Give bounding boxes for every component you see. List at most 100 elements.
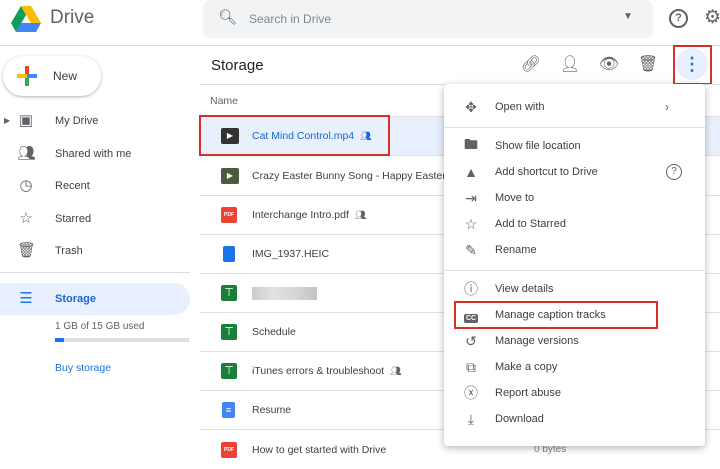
sidebar-item-label: My Drive xyxy=(55,115,99,127)
search-bar[interactable]: 🔍︎ Search in Drive ▼ xyxy=(203,0,653,38)
blurred-file-name xyxy=(252,286,317,300)
search-icon[interactable]: 🔍︎ xyxy=(218,8,237,26)
people-icon: 👥︎ xyxy=(17,145,37,162)
menu-item-label: Rename xyxy=(495,244,537,256)
drive-logo-icon xyxy=(11,6,41,32)
file-name: IMG_1937.HEIC xyxy=(252,248,330,260)
search-options-icon[interactable]: ▼ xyxy=(623,11,633,22)
shared-icon: 👥︎ xyxy=(354,210,367,220)
menu-item-label: Add shortcut to Drive xyxy=(495,166,598,178)
drive-logo[interactable] xyxy=(10,4,42,34)
video-thumbnail-icon: ▶ xyxy=(221,168,239,184)
sidebar-divider xyxy=(0,272,190,273)
plus-icon xyxy=(15,64,39,88)
storage-usage-bar xyxy=(55,338,189,342)
storage-usage-text: 1 GB of 15 GB used xyxy=(55,321,145,332)
menu-item-label: Open with xyxy=(495,101,545,113)
more-actions-highlight xyxy=(673,45,712,85)
get-link-icon[interactable]: 🔗︎ xyxy=(520,54,542,76)
new-button[interactable]: New xyxy=(3,56,101,96)
header-divider xyxy=(0,45,720,46)
sidebar-item-label: Shared with me xyxy=(55,148,132,160)
copy-icon: ⧉ xyxy=(466,358,476,375)
file-name: Resume xyxy=(252,404,292,416)
file-name: Schedule xyxy=(252,326,296,338)
pdf-icon: PDF xyxy=(221,441,237,458)
menu-item-manage-versions[interactable]: ↺ Manage versions xyxy=(444,328,705,354)
name-column-header[interactable]: Name xyxy=(210,95,238,107)
open-with-icon: ✥ xyxy=(465,98,477,115)
sheets-icon: ⊤ xyxy=(221,285,237,301)
search-input[interactable]: Search in Drive xyxy=(249,12,331,26)
menu-item-label: Download xyxy=(495,413,544,425)
caption-tracks-highlight xyxy=(454,301,658,329)
menu-item-rename[interactable]: ✎ Rename xyxy=(444,237,705,263)
context-menu: ✥ Open with › 🖿︎ Show file location ▲ Add sh… xyxy=(444,84,705,446)
history-icon: ↺ xyxy=(465,332,477,349)
sidebar-item-my-drive[interactable]: ▣ My Drive xyxy=(0,105,190,137)
menu-item-download[interactable]: ⤓ Download xyxy=(444,406,705,432)
menu-item-add-shortcut[interactable]: ▲ Add shortcut to Drive? xyxy=(444,159,705,185)
menu-item-label: Make a copy xyxy=(495,361,558,373)
my-drive-icon: ▣ xyxy=(18,112,34,129)
selected-file-highlight xyxy=(199,115,390,156)
menu-item-view-details[interactable]: ⓘ View details xyxy=(444,276,705,302)
sidebar-item-starred[interactable]: ☆ Starred xyxy=(0,203,190,235)
info-icon: ⓘ xyxy=(464,281,478,297)
app-title: Drive xyxy=(50,7,95,28)
sidebar-item-storage[interactable]: ☰ Storage xyxy=(0,283,190,315)
file-icon xyxy=(223,246,235,262)
menu-item-report-abuse[interactable]: ⓧ Report abuse xyxy=(444,380,705,406)
buy-storage-link[interactable]: Buy storage xyxy=(55,362,111,374)
pdf-icon: PDF xyxy=(221,207,237,223)
sidebar-item-label: Recent xyxy=(55,180,90,192)
new-label: New xyxy=(53,69,78,83)
file-name: How to get started with Drive xyxy=(252,443,387,456)
sheets-icon: ⊤ xyxy=(221,324,237,340)
star-icon: ☆ xyxy=(464,215,478,232)
trash-icon: 🗑︎ xyxy=(17,242,37,259)
folder-icon: 🖿︎ xyxy=(464,136,478,152)
sidebar-item-label: Starred xyxy=(55,213,92,225)
menu-item-label: View details xyxy=(495,283,554,295)
file-name: Interchange Intro.pdf xyxy=(252,209,349,221)
settings-icon[interactable]: ⚙ xyxy=(704,6,720,29)
menu-item-label: Report abuse xyxy=(495,387,562,399)
menu-divider xyxy=(444,270,705,271)
file-name: Crazy Easter Bunny Song - Happy Easter xyxy=(252,170,446,182)
menu-item-label: Show file location xyxy=(495,140,581,152)
download-icon: ⤓ xyxy=(467,410,475,427)
menu-item-label: Manage versions xyxy=(495,335,579,347)
share-icon[interactable]: 👤︎ xyxy=(559,54,581,76)
menu-divider xyxy=(444,127,705,128)
docs-icon: ≡ xyxy=(222,402,235,418)
preview-icon[interactable]: 👁︎ xyxy=(598,54,620,76)
storage-usage-fill xyxy=(55,338,65,342)
report-icon: ⓧ xyxy=(464,385,478,401)
shared-icon: 👥︎ xyxy=(390,366,402,376)
menu-item-add-to-starred[interactable]: ☆ Add to Starred xyxy=(444,211,705,237)
trash-icon[interactable]: 🗑︎ xyxy=(637,54,659,76)
star-icon: ☆ xyxy=(19,210,33,227)
sidebar-item-label: Storage xyxy=(55,293,96,305)
menu-item-move-to[interactable]: ⇥ Move to xyxy=(444,185,705,211)
sidebar-item-recent[interactable]: ◷ Recent xyxy=(0,170,190,202)
menu-item-label: Move to xyxy=(495,192,535,204)
help-icon[interactable]: ? xyxy=(669,9,688,28)
storage-icon: ☰ xyxy=(19,290,33,307)
menu-item-open-with[interactable]: ✥ Open with › xyxy=(444,94,705,120)
menu-item-show-file-location[interactable]: 🖿︎ Show file location xyxy=(444,133,705,159)
sidebar-item-label: Trash xyxy=(55,245,83,257)
sheets-icon: ⊤ xyxy=(221,363,237,379)
add-shortcut-icon: ▲ xyxy=(464,164,478,180)
menu-item-make-a-copy[interactable]: ⧉ Make a copy xyxy=(444,354,705,380)
page-title: Storage xyxy=(211,57,264,74)
sidebar-item-shared-with-me[interactable]: 👥︎ Shared with me xyxy=(0,138,190,170)
pencil-icon: ✎ xyxy=(465,241,477,258)
menu-item-label: Add to Starred xyxy=(495,218,566,230)
chevron-right-icon: › xyxy=(665,100,669,114)
help-icon[interactable]: ? xyxy=(666,164,682,180)
clock-icon: ◷ xyxy=(19,177,33,194)
sidebar-item-trash[interactable]: 🗑︎ Trash xyxy=(0,235,190,267)
move-to-icon: ⇥ xyxy=(465,189,477,206)
